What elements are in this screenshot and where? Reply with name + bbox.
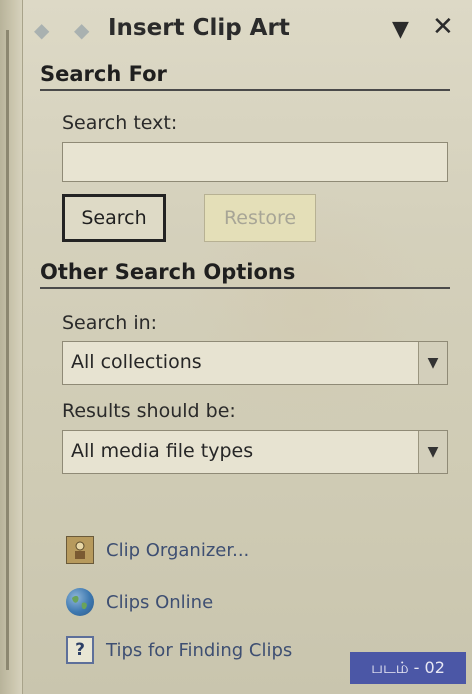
results-type-dropdown[interactable]: All media file types ▼ <box>62 430 448 474</box>
search-in-value: All collections <box>71 351 202 373</box>
chevron-down-icon[interactable]: ▼ <box>418 431 447 473</box>
pane-title: Insert Clip Art <box>108 15 290 41</box>
task-pane: ◆ ◆ Insert Clip Art ▼ ✕ Search For Searc… <box>0 0 472 694</box>
help-question-icon: ? <box>66 636 94 664</box>
forward-arrow-icon[interactable]: ◆ <box>74 18 89 42</box>
close-icon[interactable]: ✕ <box>432 12 454 42</box>
results-should-be-label: Results should be: <box>62 400 236 422</box>
pane-titlebar: ◆ ◆ Insert Clip Art ▼ ✕ <box>22 0 472 58</box>
search-text-label: Search text: <box>62 112 178 134</box>
tips-link[interactable]: ? Tips for Finding Clips <box>66 633 292 667</box>
clip-organizer-label: Clip Organizer... <box>106 539 250 561</box>
search-button[interactable]: Search <box>62 194 166 242</box>
edge-rail <box>6 30 9 670</box>
search-in-dropdown[interactable]: All collections ▼ <box>62 341 448 385</box>
window-edge <box>0 0 23 694</box>
other-search-options-heading: Other Search Options <box>40 260 450 289</box>
search-in-label: Search in: <box>62 312 158 334</box>
restore-button[interactable]: Restore <box>204 194 316 242</box>
globe-icon <box>66 588 94 616</box>
clips-online-label: Clips Online <box>106 591 214 613</box>
back-arrow-icon[interactable]: ◆ <box>34 18 49 42</box>
tips-label: Tips for Finding Clips <box>106 639 293 661</box>
clip-organizer-link[interactable]: Clip Organizer... <box>66 533 249 567</box>
clip-organizer-icon <box>66 536 94 564</box>
chevron-down-icon[interactable]: ▼ <box>418 342 447 384</box>
results-type-value: All media file types <box>71 440 254 462</box>
search-text-input[interactable] <box>62 142 448 182</box>
clips-online-link[interactable]: Clips Online <box>66 585 213 619</box>
figure-caption-tag: படம் - 02 <box>350 652 466 684</box>
search-for-heading: Search For <box>40 62 450 91</box>
pane-menu-icon[interactable]: ▼ <box>392 17 409 42</box>
